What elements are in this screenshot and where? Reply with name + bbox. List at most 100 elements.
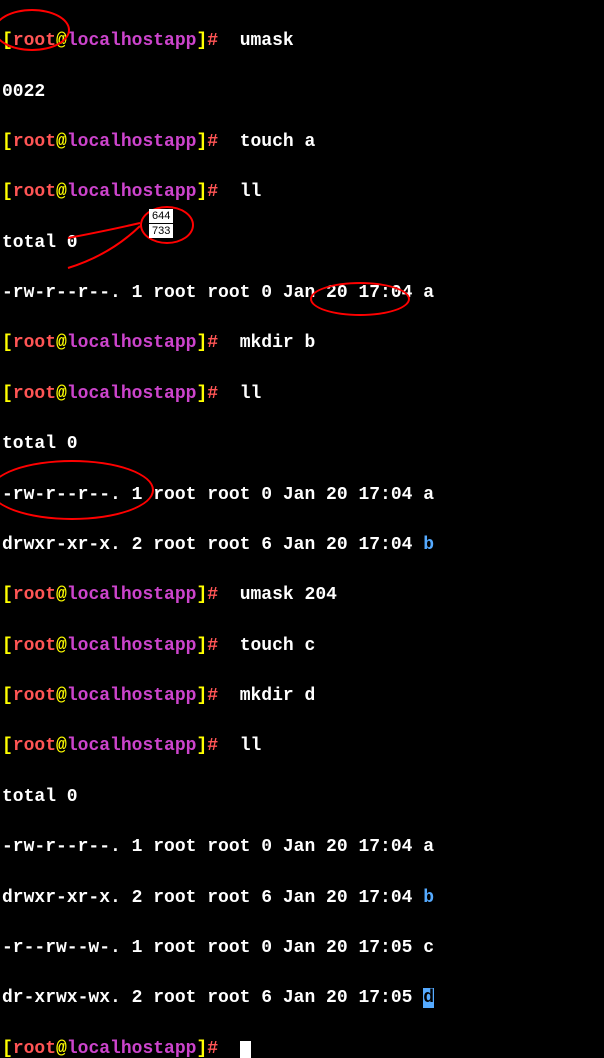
- prompt-hash: #: [207, 636, 218, 656]
- prompt-bracket-close: ]: [196, 1039, 207, 1058]
- prompt-user: root: [13, 1039, 56, 1058]
- prompt-hash: #: [207, 1039, 218, 1058]
- command-text: ll: [240, 384, 262, 404]
- command-text: umask: [240, 31, 294, 51]
- prompt-hash: #: [207, 736, 218, 756]
- output-text: -rw-r--r--. 1 root root 0 Jan 20 17:04 a: [2, 837, 434, 857]
- prompt-bracket-close: ]: [196, 686, 207, 706]
- output-text: 0022: [2, 82, 45, 102]
- terminal-output: [root@localhostapp]# umask 0022 [root@lo…: [0, 0, 604, 1058]
- term-line: drwxr-xr-x. 2 root root 6 Jan 20 17:04 b: [2, 886, 602, 911]
- prompt-hash: #: [207, 182, 218, 202]
- prompt-bracket-open: [: [2, 736, 13, 756]
- command-text: umask 204: [240, 585, 337, 605]
- output-text: total 0: [2, 787, 78, 807]
- prompt-bracket-open: [: [2, 686, 13, 706]
- term-line: [root@localhostapp]# umask: [2, 29, 602, 54]
- prompt-bracket-open: [: [2, 585, 13, 605]
- prompt-at: @: [56, 1039, 67, 1058]
- output-text: total 0: [2, 434, 78, 454]
- prompt-at: @: [56, 333, 67, 353]
- output-text: drwxr-xr-x. 2 root root 6 Jan 20 17:04: [2, 535, 423, 555]
- prompt-hash: #: [207, 585, 218, 605]
- prompt-at: @: [56, 585, 67, 605]
- term-line: total 0: [2, 432, 602, 457]
- output-text: total 0: [2, 233, 78, 253]
- term-line: [root@localhostapp]# ll: [2, 382, 602, 407]
- command-text: touch c: [240, 636, 316, 656]
- prompt-bracket-close: ]: [196, 132, 207, 152]
- prompt-bracket-close: ]: [196, 736, 207, 756]
- prompt-hash: #: [207, 686, 218, 706]
- command-text: touch a: [240, 132, 316, 152]
- output-text: dr-xrwx-wx. 2 root root 6 Jan 20 17:05: [2, 988, 423, 1008]
- prompt-user: root: [13, 384, 56, 404]
- prompt-bracket-open: [: [2, 1039, 13, 1058]
- prompt-host: localhostapp: [67, 736, 197, 756]
- prompt-at: @: [56, 132, 67, 152]
- cursor-icon[interactable]: [240, 1041, 251, 1058]
- prompt-bracket-close: ]: [196, 31, 207, 51]
- prompt-at: @: [56, 384, 67, 404]
- command-text: [218, 31, 240, 51]
- prompt-host: localhostapp: [67, 384, 197, 404]
- dir-name-hl: d: [423, 988, 434, 1008]
- prompt-bracket-open: [: [2, 333, 13, 353]
- term-line: [root@localhostapp]# umask 204: [2, 583, 602, 608]
- dir-name: b: [423, 888, 434, 908]
- prompt-bracket-close: ]: [196, 585, 207, 605]
- command-text: mkdir b: [240, 333, 316, 353]
- prompt-user: root: [13, 132, 56, 152]
- prompt-host: localhostapp: [67, 333, 197, 353]
- prompt-user: root: [13, 333, 56, 353]
- term-line: [root@localhostapp]# ll: [2, 734, 602, 759]
- prompt-host: localhostapp: [67, 31, 197, 51]
- prompt-user: root: [13, 585, 56, 605]
- prompt-user: root: [13, 686, 56, 706]
- term-line: [root@localhostapp]# ll: [2, 180, 602, 205]
- prompt-hash: #: [207, 333, 218, 353]
- prompt-hash: #: [207, 384, 218, 404]
- term-line: 0022: [2, 80, 602, 105]
- term-line: drwxr-xr-x. 2 root root 6 Jan 20 17:04 b: [2, 533, 602, 558]
- output-text: drwxr-xr-x. 2 root root 6 Jan 20 17:04: [2, 888, 423, 908]
- command-text: mkdir d: [240, 686, 316, 706]
- dir-name: b: [423, 535, 434, 555]
- annotation-label: 644: [149, 209, 173, 223]
- term-line: [root@localhostapp]# mkdir d: [2, 684, 602, 709]
- prompt-hash: #: [207, 31, 218, 51]
- term-line: -rw-r--r--. 1 root root 0 Jan 20 17:04 a: [2, 835, 602, 860]
- prompt-bracket-open: [: [2, 132, 13, 152]
- prompt-at: @: [56, 686, 67, 706]
- prompt-bracket-close: ]: [196, 333, 207, 353]
- prompt-bracket-open: [: [2, 182, 13, 202]
- prompt-bracket-close: ]: [196, 384, 207, 404]
- term-line: dr-xrwx-wx. 2 root root 6 Jan 20 17:05 d: [2, 986, 602, 1011]
- term-line: [root@localhostapp]#: [2, 1037, 602, 1058]
- prompt-host: localhostapp: [67, 1039, 197, 1058]
- prompt-host: localhostapp: [67, 686, 197, 706]
- circle-annotation-icon: [310, 282, 410, 316]
- term-line: [root@localhostapp]# mkdir b: [2, 331, 602, 356]
- prompt-at: @: [56, 736, 67, 756]
- command-text: ll: [240, 182, 262, 202]
- prompt-bracket-open: [: [2, 384, 13, 404]
- prompt-user: root: [13, 736, 56, 756]
- prompt-bracket-open: [: [2, 636, 13, 656]
- prompt-user: root: [13, 182, 56, 202]
- command-text: ll: [240, 736, 262, 756]
- term-line: total 0: [2, 785, 602, 810]
- prompt-host: localhostapp: [67, 585, 197, 605]
- prompt-host: localhostapp: [67, 132, 197, 152]
- prompt-at: @: [56, 636, 67, 656]
- term-line: total 0: [2, 231, 602, 256]
- term-line: -r--rw--w-. 1 root root 0 Jan 20 17:05 c: [2, 936, 602, 961]
- annotation-label: 733: [149, 224, 173, 238]
- prompt-bracket-close: ]: [196, 636, 207, 656]
- output-text: -r--rw--w-. 1 root root 0 Jan 20 17:05 c: [2, 938, 434, 958]
- term-line: -rw-r--r--. 1 root root 0 Jan 20 17:04 a: [2, 281, 602, 306]
- prompt-bracket-close: ]: [196, 182, 207, 202]
- prompt-user: root: [13, 636, 56, 656]
- prompt-hash: #: [207, 132, 218, 152]
- prompt-at: @: [56, 182, 67, 202]
